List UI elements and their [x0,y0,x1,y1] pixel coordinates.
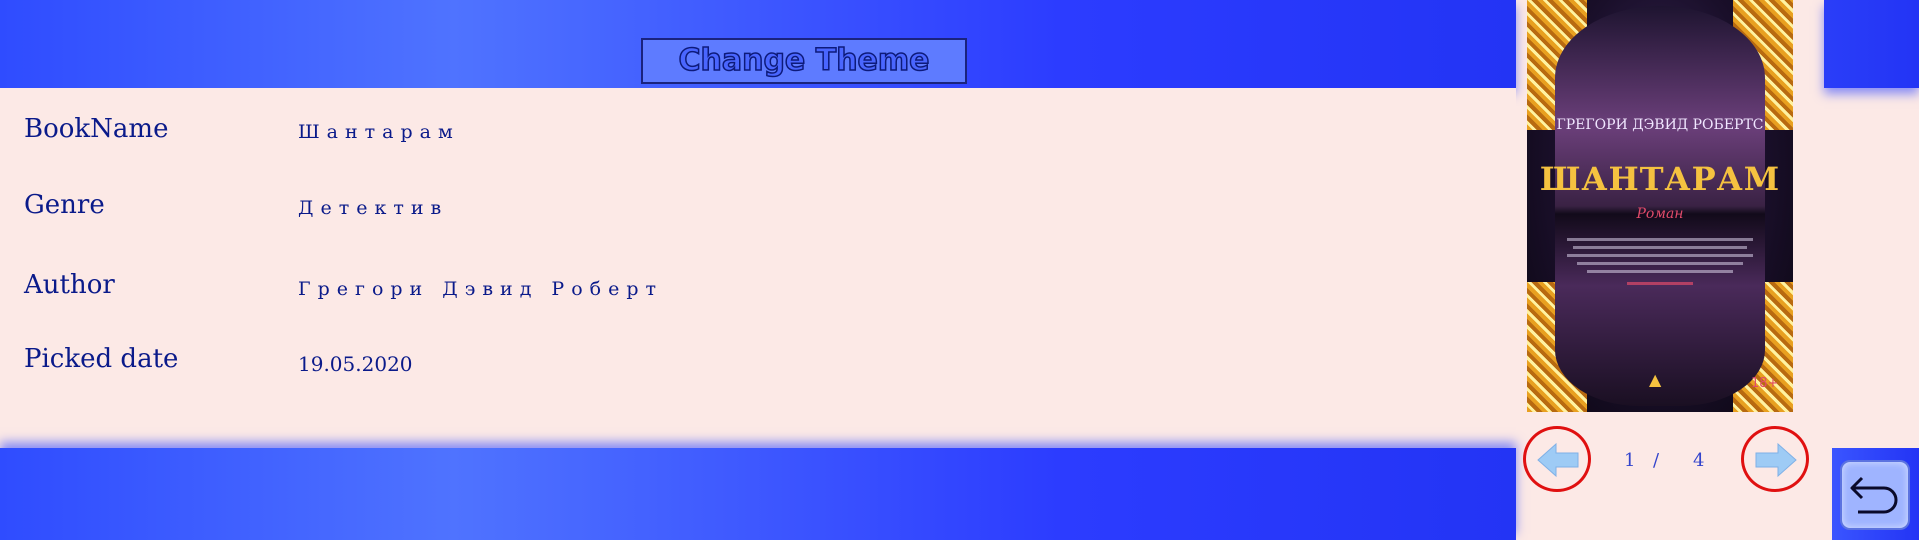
cover-title: ШАНТАРАМ [1539,160,1781,198]
previous-page-button[interactable] [1523,426,1591,492]
return-arrow-icon [1850,476,1898,514]
age-rating: 18+ [1751,376,1779,391]
picked-date-value: 19.05.2020 [298,352,413,376]
footer-band [0,448,1516,540]
back-button[interactable] [1840,460,1910,530]
page-current: 1 [1624,450,1636,471]
genre-label: Genre [24,190,105,220]
page-total: 4 [1693,450,1705,471]
book-name-label: BookName [24,114,169,144]
cover-author: ГРЕГОРИ ДЭВИД РОБЕРТС [1556,117,1764,133]
author-value: Грегори Дэвид Роберт [298,278,664,300]
picked-date-label: Picked date [24,344,179,374]
cover-subtitle: Роман [1636,206,1684,222]
book-cover-image: ГРЕГОРИ ДЭВИД РОБЕРТС ШАНТАРАМ Роман ▲ 1… [1527,0,1793,412]
publisher-logo: ▲ [1649,370,1662,389]
book-name-value: Шантарам [298,121,460,143]
header-band-right [1824,0,1919,88]
next-page-button[interactable] [1741,426,1809,492]
arrow-right-icon [1755,442,1797,478]
cover-blurb [1567,236,1753,294]
arrow-left-icon [1537,442,1579,478]
page-separator: / [1653,450,1660,471]
genre-value: Детектив [298,197,449,219]
details-panel [0,88,1516,448]
change-theme-button[interactable]: Change Theme [641,38,967,84]
author-label: Author [24,270,115,300]
